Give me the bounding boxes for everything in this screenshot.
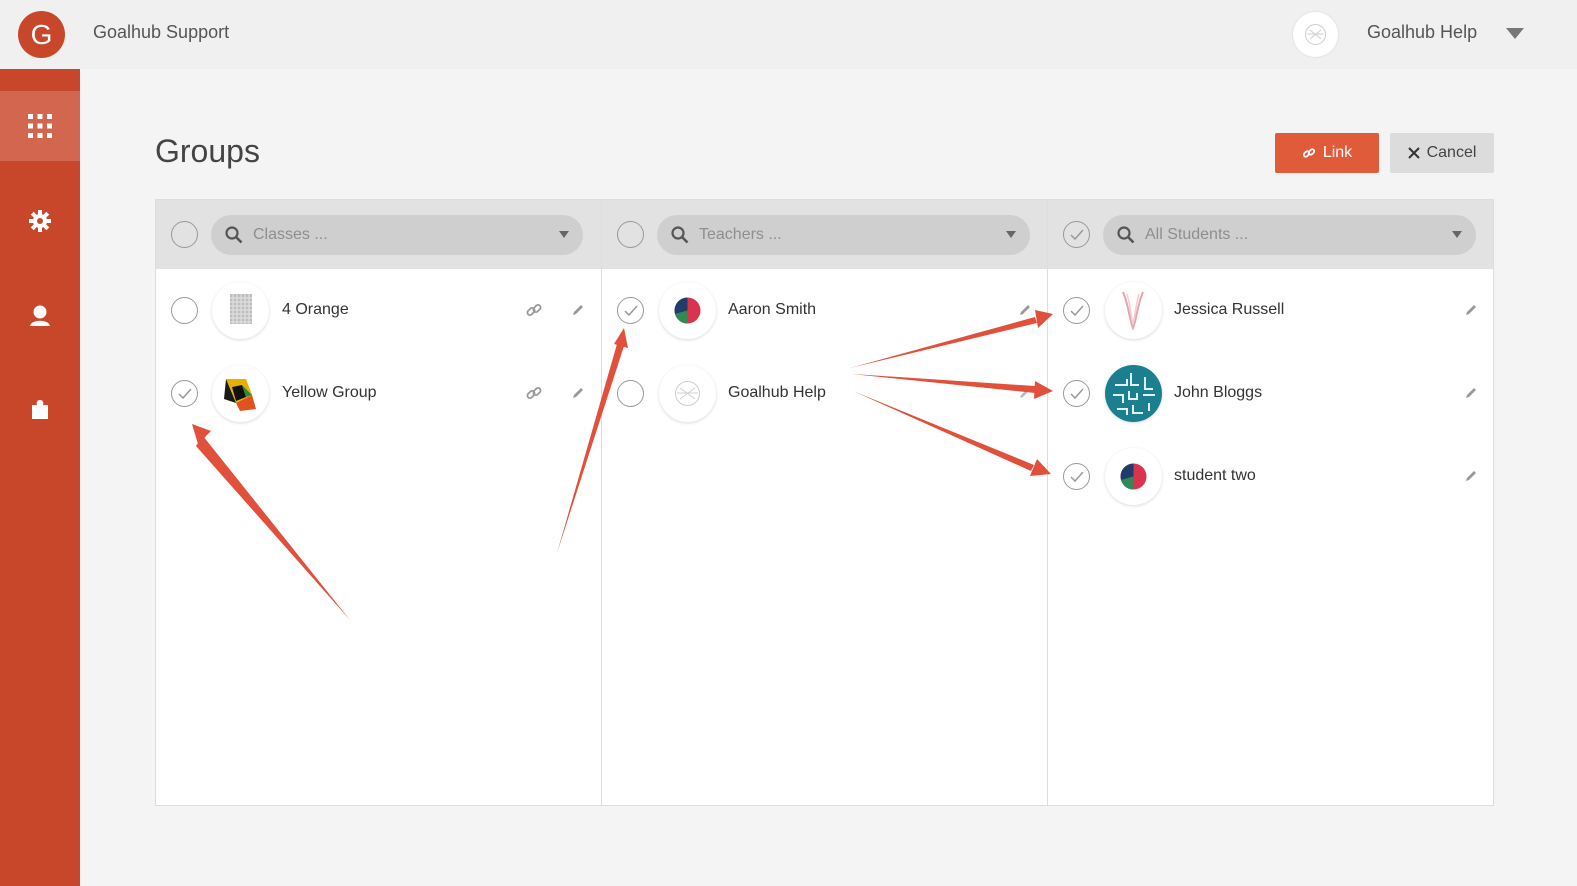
pencil-icon[interactable] — [1464, 386, 1478, 400]
page-title: Groups — [155, 133, 260, 169]
avatar — [212, 365, 269, 422]
teachers-search-placeholder: Teachers ... — [699, 226, 782, 243]
search-icon — [225, 226, 243, 244]
groups-panel: Classes ... 4 Orange Yellow Group Teache… — [155, 199, 1494, 806]
puzzle-icon — [32, 400, 48, 419]
students-header: All Students ... — [1048, 200, 1493, 269]
close-icon — [1407, 147, 1420, 159]
pencil-icon[interactable] — [1018, 303, 1032, 317]
top-bar: G Goalhub Support Goalhub Help — [0, 0, 1577, 69]
pencil-icon[interactable] — [1018, 386, 1032, 400]
item-name[interactable]: Yellow Group — [282, 384, 377, 402]
sidebar-item-users[interactable] — [0, 280, 80, 350]
user-menu-name[interactable]: Goalhub Help — [1367, 22, 1477, 43]
gear-icon — [29, 210, 51, 232]
row-checkbox[interactable] — [171, 297, 198, 324]
item-name[interactable]: Goalhub Help — [728, 384, 826, 402]
search-icon — [671, 226, 689, 244]
avatar — [1105, 282, 1162, 339]
sidebar — [0, 69, 80, 886]
item-name[interactable]: John Bloggs — [1174, 384, 1262, 402]
item-name[interactable]: student two — [1174, 467, 1256, 485]
teachers-column: Teachers ... Aaron Smith Goalhub Help — [601, 200, 1047, 805]
link-icon — [1302, 148, 1315, 158]
cancel-button-label: Cancel — [1426, 144, 1477, 161]
link-button[interactable]: Link — [1275, 133, 1379, 173]
chevron-down-icon[interactable] — [559, 231, 569, 238]
avatar — [212, 282, 269, 339]
link-icon[interactable] — [526, 385, 542, 401]
pencil-icon[interactable] — [1464, 469, 1478, 483]
user-icon — [30, 305, 50, 326]
user-menu-chevron-down-icon[interactable] — [1506, 28, 1524, 39]
pencil-icon[interactable] — [571, 303, 585, 317]
row-checkbox[interactable] — [171, 380, 198, 407]
search-icon — [1117, 226, 1135, 244]
select-all-students-checkbox[interactable] — [1063, 221, 1090, 248]
row-checkbox[interactable] — [1063, 463, 1090, 490]
pencil-icon[interactable] — [1464, 303, 1478, 317]
select-all-classes-checkbox[interactable] — [171, 221, 198, 248]
brand-name[interactable]: Goalhub Support — [93, 22, 229, 43]
pencil-icon[interactable] — [571, 386, 585, 400]
teachers-search-input[interactable]: Teachers ... — [657, 215, 1030, 255]
row-checkbox[interactable] — [1063, 380, 1090, 407]
chevron-down-icon[interactable] — [1006, 231, 1016, 238]
students-search-placeholder: All Students ... — [1145, 226, 1249, 243]
classes-header: Classes ... — [156, 200, 601, 269]
brand-logo[interactable]: G — [18, 11, 65, 58]
avatar — [1105, 448, 1162, 505]
select-all-teachers-checkbox[interactable] — [617, 221, 644, 248]
link-button-label: Link — [1322, 144, 1353, 161]
link-icon[interactable] — [526, 302, 542, 318]
row-checkbox[interactable] — [1063, 297, 1090, 324]
classes-search-placeholder: Classes ... — [253, 226, 328, 243]
sidebar-item-groups[interactable] — [0, 91, 80, 161]
chevron-down-icon[interactable] — [1452, 231, 1462, 238]
avatar — [659, 365, 716, 422]
cancel-button[interactable]: Cancel — [1390, 133, 1494, 173]
item-name[interactable]: Aaron Smith — [728, 301, 816, 319]
sidebar-item-settings[interactable] — [0, 186, 80, 256]
user-avatar[interactable] — [1293, 12, 1338, 57]
students-column: All Students ... Jessica Russell John Bl… — [1047, 200, 1493, 805]
row-checkbox[interactable] — [617, 380, 644, 407]
teachers-header: Teachers ... — [602, 200, 1047, 269]
avatar — [659, 282, 716, 339]
classes-column: Classes ... 4 Orange Yellow Group — [156, 200, 601, 805]
classes-search-input[interactable]: Classes ... — [211, 215, 583, 255]
students-search-input[interactable]: All Students ... — [1103, 215, 1476, 255]
item-name[interactable]: 4 Orange — [282, 301, 349, 319]
row-checkbox[interactable] — [617, 297, 644, 324]
sidebar-item-integrations[interactable] — [0, 374, 80, 444]
grid-icon — [28, 114, 52, 138]
item-name[interactable]: Jessica Russell — [1174, 301, 1284, 319]
avatar — [1105, 365, 1162, 422]
